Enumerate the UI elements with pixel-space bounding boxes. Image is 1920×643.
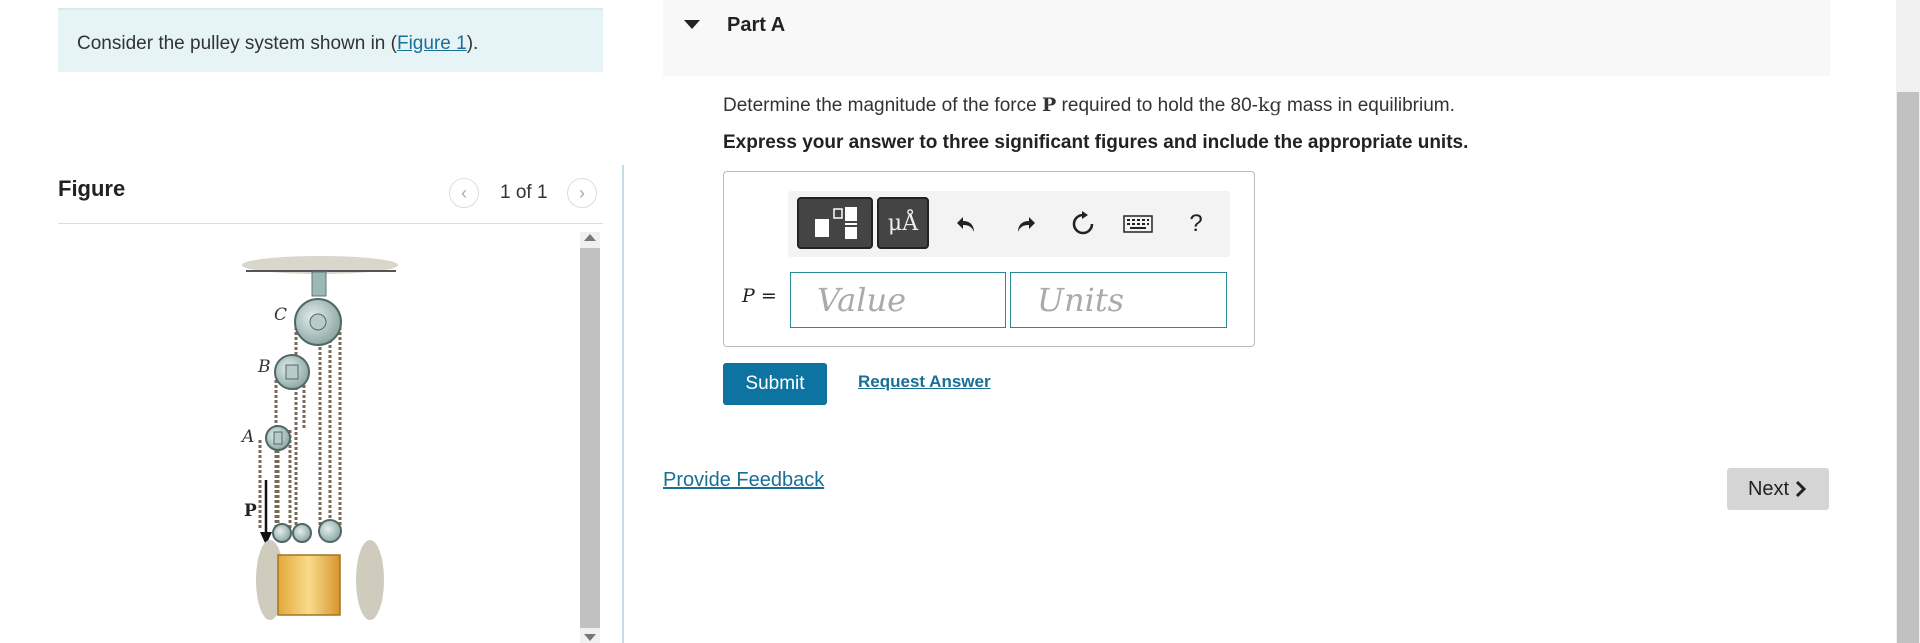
figure-divider	[58, 223, 603, 224]
intro-text-before: Consider the pulley system shown in (	[77, 33, 397, 54]
reset-button[interactable]	[1063, 204, 1103, 244]
question-after: mass in equilibrium.	[1281, 95, 1455, 116]
reset-icon	[1072, 211, 1094, 235]
label-c: C	[274, 305, 287, 325]
undo-button[interactable]	[946, 204, 986, 244]
next-label: Next	[1747, 477, 1790, 500]
units-icon: μÅ	[887, 210, 919, 236]
chevron-right-icon: ›	[579, 182, 585, 203]
help-button[interactable]: ?	[1176, 204, 1216, 244]
figure-counter: 1 of 1	[500, 182, 548, 203]
figure-title: Figure	[58, 176, 126, 201]
question-text: Determine the magnitude of the force P r…	[723, 94, 1455, 117]
figure-next-button[interactable]: ›	[567, 178, 597, 208]
units-button[interactable]: μÅ	[877, 197, 929, 249]
answer-variable: P	[742, 285, 755, 307]
mass-block	[277, 554, 341, 616]
label-p: P	[244, 501, 257, 521]
figure-link[interactable]: Figure 1	[397, 33, 467, 54]
answer-equals: =	[754, 285, 777, 307]
keyboard-button[interactable]	[1118, 204, 1158, 244]
question-middle: required to hold the 80-	[1056, 95, 1259, 116]
intro-text: Consider the pulley system shown in (Fig…	[77, 33, 478, 55]
redo-icon	[1018, 217, 1035, 232]
next-button[interactable]: Next	[1727, 468, 1829, 510]
intro-text-after: ).	[466, 33, 479, 54]
undo-icon	[957, 217, 974, 232]
request-answer-link[interactable]: Request Answer	[858, 372, 991, 392]
label-b: B	[257, 357, 271, 377]
part-header[interactable]	[663, 0, 1830, 76]
templates-icon	[815, 207, 857, 239]
chevron-right-icon	[1796, 480, 1807, 498]
scroll-up-icon[interactable]	[584, 234, 596, 241]
provide-feedback-link[interactable]: Provide Feedback	[663, 469, 824, 492]
pane-divider[interactable]	[622, 165, 624, 643]
redo-button[interactable]	[1006, 204, 1046, 244]
question-before: Determine the magnitude of the force	[723, 95, 1042, 116]
keyboard-icon	[1123, 215, 1153, 233]
chevron-left-icon: ‹	[461, 182, 467, 203]
submit-button[interactable]: Submit	[723, 363, 827, 405]
page-scrollbar-thumb[interactable]	[1897, 92, 1919, 643]
scroll-down-icon[interactable]	[584, 634, 596, 641]
instructions-text: Express your answer to three significant…	[723, 132, 1469, 153]
pulley-figure: C B A P	[240, 256, 398, 620]
figure-prev-button[interactable]: ‹	[449, 178, 479, 208]
units-input[interactable]: Units	[1010, 272, 1227, 328]
help-icon: ?	[1189, 210, 1203, 237]
intro-panel: Consider the pulley system shown in (Fig…	[58, 8, 603, 72]
figure-scrollbar-thumb[interactable]	[580, 248, 600, 628]
question-symbol: P	[1041, 94, 1057, 116]
part-title: Part A	[727, 14, 786, 36]
answer-variable-label: P =	[742, 285, 777, 307]
value-input[interactable]: Value	[790, 272, 1006, 328]
question-unit: kg	[1258, 94, 1282, 116]
templates-button[interactable]	[797, 197, 873, 249]
label-a: A	[240, 427, 254, 447]
collapse-caret-icon[interactable]	[684, 20, 700, 29]
